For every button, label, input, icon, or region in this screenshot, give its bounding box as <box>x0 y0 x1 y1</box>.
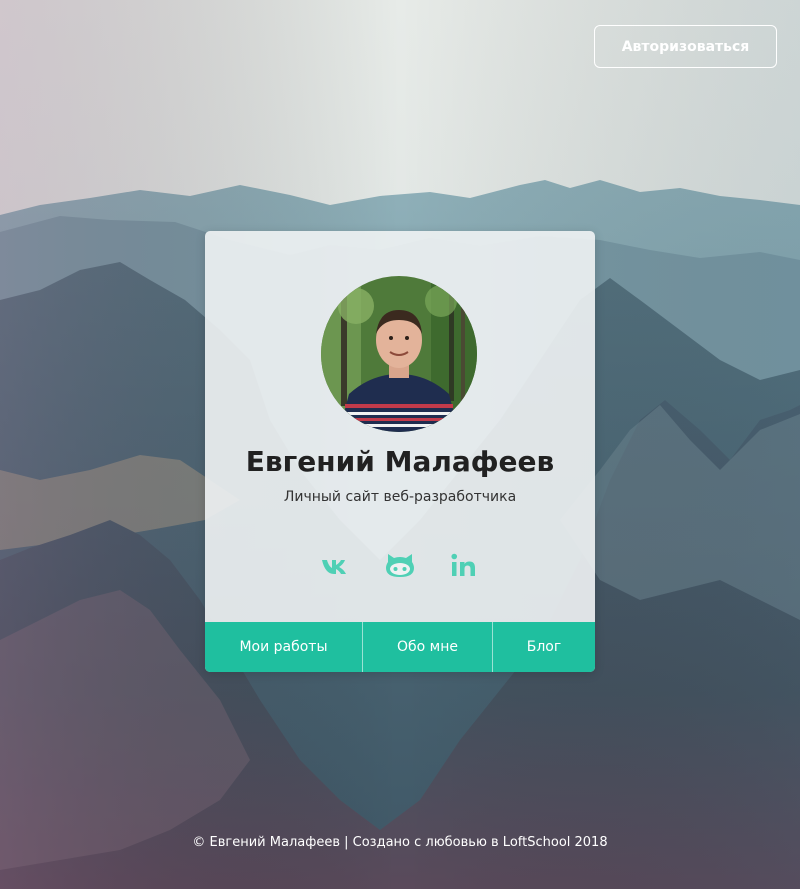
nav-item-about[interactable]: Обо мне <box>362 622 492 672</box>
profile-card: Евгений Малафеев Личный сайт веб-разрабо… <box>205 231 595 672</box>
nav-item-blog[interactable]: Блог <box>492 622 595 672</box>
github-icon <box>386 554 414 577</box>
vk-icon <box>322 560 346 574</box>
profile-subtitle: Личный сайт веб-разработчика <box>283 489 517 505</box>
social-links <box>205 549 595 581</box>
person-photo-icon <box>321 276 477 432</box>
github-link[interactable] <box>383 549 417 581</box>
authorize-button[interactable]: Авторизоваться <box>594 25 777 68</box>
vk-link[interactable] <box>319 549 353 581</box>
linkedin-link[interactable] <box>446 549 480 581</box>
linkedin-icon <box>451 553 475 576</box>
main-nav: Мои работы Обо мне Блог <box>205 622 595 672</box>
page-background: Авторизоваться Евгений Малафеев Личный с… <box>0 0 800 889</box>
footer-text: © Евгений Малафеев | Создано с любовью в… <box>192 835 608 850</box>
avatar <box>321 276 477 432</box>
profile-name: Евгений Малафеев <box>245 445 555 478</box>
nav-item-my-works[interactable]: Мои работы <box>205 622 362 672</box>
